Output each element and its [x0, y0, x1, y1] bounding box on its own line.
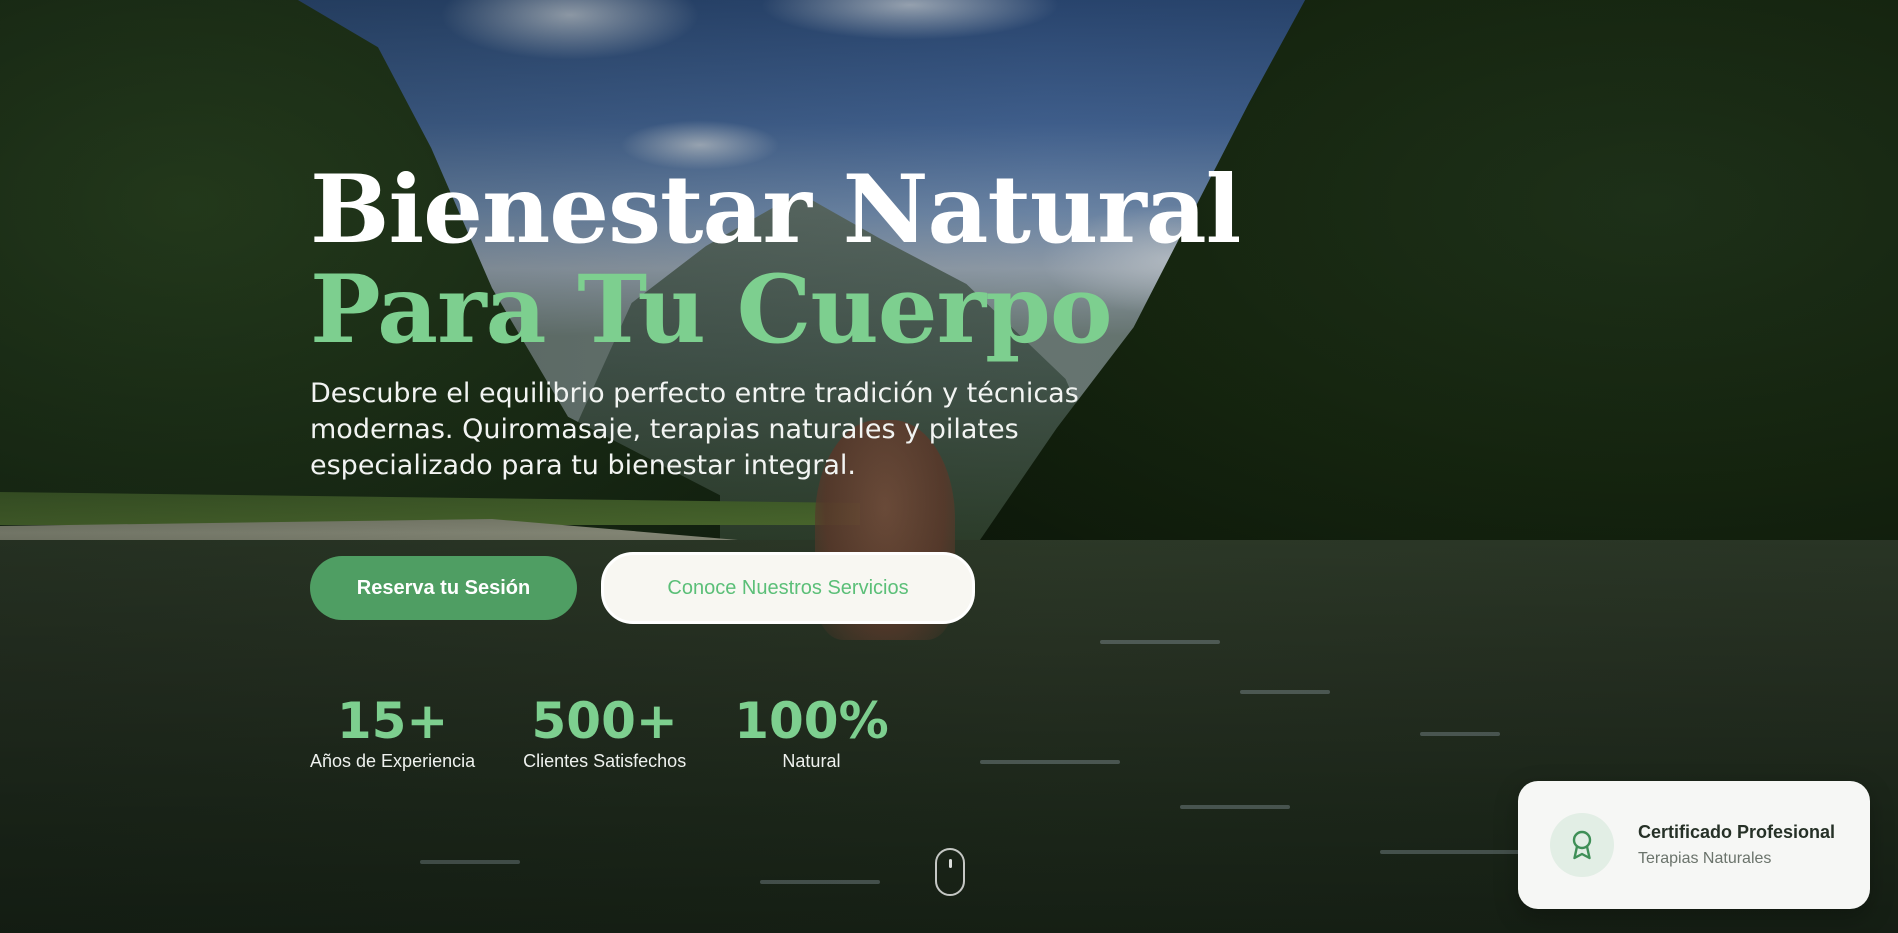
stat-clients: 500+ Clientes Satisfechos — [523, 692, 686, 772]
hero-title: Bienestar Natural — [310, 155, 1241, 265]
certificate-icon-wrap — [1550, 813, 1614, 877]
stats-row: 15+ Años de Experiencia 500+ Clientes Sa… — [310, 692, 889, 772]
award-icon — [1572, 830, 1592, 860]
stat-value: 500+ — [531, 692, 678, 750]
stat-label: Clientes Satisfechos — [523, 751, 687, 771]
stat-label: Natural — [782, 751, 841, 771]
hero-section: Bienestar Natural Para Tu Cuerpo Descubr… — [0, 0, 1898, 933]
book-session-button[interactable]: Reserva tu Sesión — [310, 556, 577, 620]
hero-subtitle: Descubre el equilibrio perfecto entre tr… — [310, 378, 1079, 481]
certificate-title: Certificado Profesional — [1638, 822, 1836, 842]
hero-title-accent: Para Tu Cuerpo — [310, 255, 1113, 365]
certificate-subtitle: Terapias Naturales — [1638, 850, 1772, 867]
stat-value: 100% — [734, 692, 889, 750]
hero-content: Bienestar Natural Para Tu Cuerpo Descubr… — [310, 155, 1241, 484]
certificate-text: Certificado Profesional Terapias Natural… — [1638, 820, 1835, 870]
cta-row: Reserva tu Sesión Conoce Nuestros Servic… — [310, 552, 975, 624]
certificate-card: Certificado Profesional Terapias Natural… — [1518, 781, 1870, 909]
mouse-scroll-icon[interactable] — [935, 848, 965, 896]
stat-value: 15+ — [336, 692, 449, 750]
stat-experience: 15+ Años de Experiencia — [310, 692, 475, 772]
stat-natural: 100% Natural — [734, 692, 888, 772]
services-button[interactable]: Conoce Nuestros Servicios — [601, 552, 975, 624]
stat-label: Años de Experiencia — [310, 751, 476, 771]
scroll-dot — [949, 859, 952, 868]
